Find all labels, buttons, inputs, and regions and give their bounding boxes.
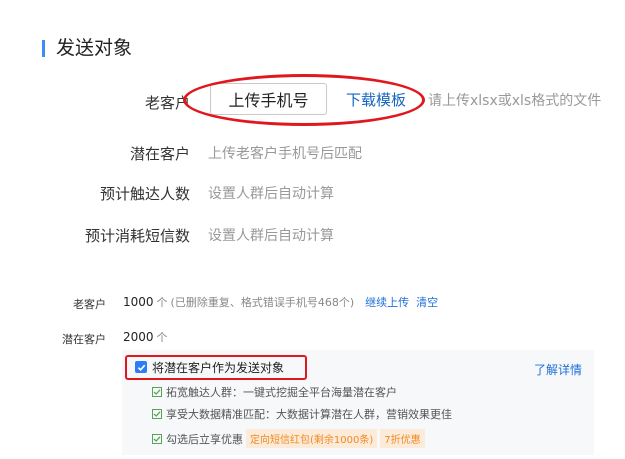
clear-link[interactable]: 清空 (416, 294, 438, 310)
learn-more-link[interactable]: 了解详情 (534, 361, 582, 378)
section-accent-bar (42, 40, 45, 57)
potential-customer-label: 潜在客户 (129, 145, 190, 163)
check-icon (137, 364, 145, 371)
potential-customer-hint: 上传老客户手机号后匹配 (208, 146, 362, 162)
upload-format-hint: 请上传xlsx或xls格式的文件 (428, 93, 602, 109)
checkbox-mark-icon (152, 387, 162, 397)
potential-checkbox-label[interactable]: 将潜在客户作为发送对象 (152, 359, 284, 376)
summary-potential-label: 潜在客户 (62, 333, 106, 346)
reach-hint: 设置人群后自动计算 (208, 186, 334, 202)
continue-upload-link[interactable]: 继续上传 (365, 294, 409, 310)
checkbox-mark-icon (152, 433, 162, 444)
checkbox-mark-icon (152, 409, 162, 419)
discount-tag: 7折优惠 (380, 429, 425, 448)
old-customer-note: (已删除重复、格式错误手机号468个) (170, 296, 355, 309)
promo-tag: 定向短信红包(剩余1000条) (246, 429, 378, 448)
potential-customer-unit: 个 (156, 331, 168, 344)
feature-text: 勾选后立享优惠 (166, 432, 243, 446)
download-template-link[interactable]: 下载模板 (346, 89, 406, 110)
feature-item: 勾选后立享优惠 定向短信红包(剩余1000条) 7折优惠 (152, 429, 425, 448)
upload-phone-button[interactable]: 上传手机号 (210, 83, 327, 115)
section-title: 发送对象 (56, 37, 133, 59)
reach-label: 预计触达人数 (99, 185, 190, 203)
old-customer-label: 老客户 (144, 94, 190, 112)
feature-text: 享受大数据精准匹配：大数据计算潜在人群，营销效果更佳 (166, 408, 452, 421)
old-customer-count: 1000 (123, 295, 154, 309)
old-customer-unit: 个 (156, 296, 168, 309)
potential-customer-count: 2000 (123, 330, 154, 344)
summary-old-label: 老客户 (73, 298, 106, 311)
feature-item: 享受大数据精准匹配：大数据计算潜在人群，营销效果更佳 (152, 406, 452, 422)
sms-cost-label: 预计消耗短信数 (84, 227, 190, 245)
potential-checkbox[interactable] (135, 361, 147, 373)
feature-text: 拓宽触达人群：一键式挖掘全平台海量潜在客户 (166, 386, 397, 399)
sms-cost-hint: 设置人群后自动计算 (208, 228, 334, 244)
feature-item: 拓宽触达人群：一键式挖掘全平台海量潜在客户 (152, 384, 397, 400)
